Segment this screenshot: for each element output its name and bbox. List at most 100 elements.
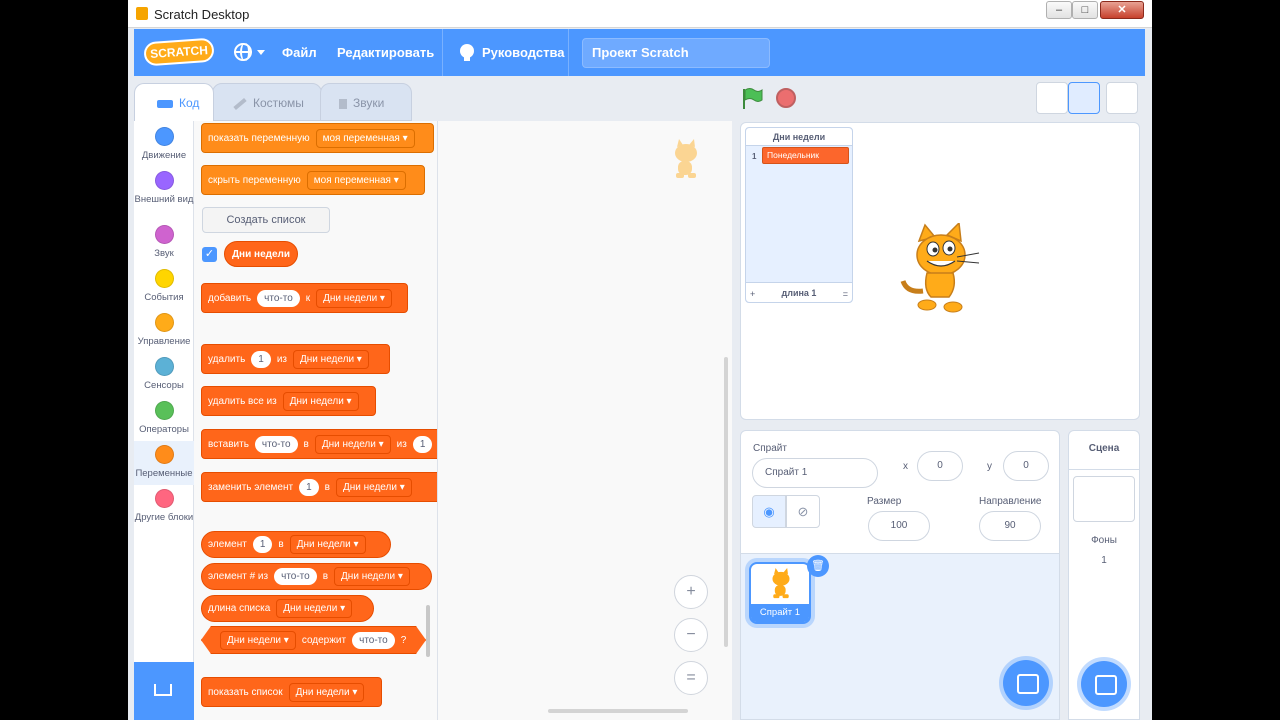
block-show-variable[interactable]: показать переменную моя переменная bbox=[201, 123, 434, 153]
choose-sprite-button[interactable] bbox=[1003, 660, 1049, 706]
category-motion[interactable]: Движение bbox=[134, 127, 194, 161]
category-sound[interactable]: Звук bbox=[134, 225, 194, 259]
category-my-blocks[interactable]: Другие блоки bbox=[134, 489, 194, 523]
scene-divider bbox=[1069, 469, 1139, 470]
list-monitor-checkbox[interactable]: ✓ bbox=[202, 247, 217, 262]
block-list-contains[interactable]: Дни неделисодержитчто-то? bbox=[201, 626, 426, 654]
category-dot-icon bbox=[154, 401, 174, 420]
speaker-icon bbox=[339, 98, 347, 109]
menu-file[interactable]: Файл bbox=[282, 29, 317, 76]
globe-icon[interactable] bbox=[234, 43, 252, 61]
category-dot-icon bbox=[154, 489, 174, 508]
fullscreen-button[interactable] bbox=[1106, 82, 1138, 114]
list-resize-handle[interactable]: = bbox=[843, 289, 848, 299]
block-item-number[interactable]: элемент # из что-то в Дни недели bbox=[201, 563, 432, 590]
green-flag-button[interactable] bbox=[740, 87, 764, 111]
block-item-of[interactable]: элемент 1 в Дни недели bbox=[201, 531, 391, 558]
x-input[interactable]: 0 bbox=[917, 451, 963, 481]
window-title: Scratch Desktop bbox=[154, 7, 250, 22]
list-monitor-length: длина 1 bbox=[746, 282, 852, 302]
category-variables[interactable]: Переменные bbox=[134, 441, 194, 485]
chevron-down-icon bbox=[257, 50, 265, 55]
add-extension-button[interactable] bbox=[134, 662, 194, 720]
workspace-horizontal-scrollbar[interactable] bbox=[548, 709, 688, 713]
backdrops-count: 1 bbox=[1101, 555, 1107, 566]
palette-scrollbar[interactable] bbox=[426, 605, 430, 657]
make-list-button[interactable]: Создать список bbox=[202, 207, 330, 233]
maximize-button[interactable]: □ bbox=[1072, 1, 1098, 19]
block-hide-variable[interactable]: скрыть переменную моя переменная bbox=[201, 165, 425, 195]
tab-code[interactable]: Код bbox=[134, 83, 214, 121]
category-operators[interactable]: Операторы bbox=[134, 401, 194, 435]
stop-button[interactable] bbox=[776, 88, 796, 108]
category-dot-icon bbox=[154, 269, 174, 288]
tab-costumes[interactable]: Костюмы bbox=[212, 83, 322, 121]
category-events[interactable]: События bbox=[134, 269, 194, 303]
stage[interactable]: Дни недели 1 Понедельник длина 1 + = bbox=[740, 122, 1140, 420]
code-workspace[interactable]: + − = bbox=[438, 121, 732, 720]
menu-divider bbox=[442, 29, 443, 76]
variable-dropdown[interactable]: моя переменная bbox=[306, 170, 406, 190]
size-label: Размер bbox=[867, 496, 902, 507]
sprite-thumbnail-label: Спрайт 1 bbox=[751, 604, 809, 622]
category-looks[interactable]: Внешний вид bbox=[134, 171, 194, 205]
variable-dropdown[interactable]: моя переменная bbox=[315, 128, 415, 148]
category-menu: Движение Внешний вид Звук События Управл… bbox=[134, 121, 194, 665]
show-sprite-button[interactable]: ◉ bbox=[752, 495, 786, 528]
block-delete-item[interactable]: удалить 1 из Дни недели bbox=[201, 344, 390, 374]
code-icon bbox=[157, 99, 173, 108]
block-replace-item[interactable]: заменить элемент 1 в Дни недели bbox=[201, 472, 437, 502]
block-show-list[interactable]: показать список Дни недели bbox=[201, 677, 382, 707]
small-stage-button[interactable] bbox=[1036, 82, 1068, 114]
extension-icon bbox=[154, 684, 172, 696]
size-input[interactable]: 100 bbox=[868, 511, 930, 541]
category-dot-icon bbox=[154, 225, 174, 244]
scene-panel[interactable]: Сцена Фоны 1 bbox=[1068, 430, 1140, 720]
y-input[interactable]: 0 bbox=[1003, 451, 1049, 481]
list-item-index: 1 bbox=[752, 152, 757, 161]
sprite-thumbnail[interactable]: Спрайт 1 bbox=[749, 562, 811, 624]
category-control[interactable]: Управление bbox=[134, 313, 194, 347]
backdrop-thumbnail[interactable] bbox=[1073, 476, 1135, 522]
minimize-button[interactable]: – bbox=[1046, 1, 1072, 19]
app-icon bbox=[136, 7, 148, 20]
zoom-out-button[interactable]: − bbox=[674, 618, 708, 652]
list-add-button[interactable]: + bbox=[750, 289, 755, 299]
workspace-vertical-scrollbar[interactable] bbox=[724, 357, 728, 647]
zoom-reset-button[interactable]: = bbox=[674, 661, 708, 695]
sprite-list: Спрайт 1 🗑 bbox=[740, 554, 1060, 720]
close-button[interactable]: ✕ bbox=[1100, 1, 1144, 19]
hide-sprite-button[interactable]: ⊘ bbox=[786, 495, 820, 528]
block-add-to-list[interactable]: добавить что-то к Дни недели bbox=[201, 283, 408, 313]
x-label: x bbox=[903, 461, 908, 472]
cat-sprite[interactable] bbox=[897, 223, 983, 319]
zoom-in-button[interactable]: + bbox=[674, 575, 708, 609]
choose-backdrop-button[interactable] bbox=[1081, 661, 1127, 707]
category-dot-icon bbox=[154, 171, 174, 190]
block-delete-all[interactable]: удалить все из Дни недели bbox=[201, 386, 376, 416]
menu-edit[interactable]: Редактировать bbox=[337, 29, 434, 76]
scratch-logo[interactable]: SCRATCH bbox=[143, 37, 215, 67]
menu-tutorials[interactable]: Руководства bbox=[482, 29, 565, 76]
sprite-info-panel: Спрайт Спрайт 1 x 0 y 0 ◉ ⊘ Размер 100 Н… bbox=[740, 430, 1060, 554]
block-list-reporter[interactable]: Дни недели bbox=[224, 241, 298, 267]
block-insert-at[interactable]: вставитьчто-товДни неделииз1 bbox=[201, 429, 437, 459]
category-dot-icon bbox=[154, 127, 174, 146]
category-dot-icon bbox=[154, 357, 174, 376]
block-list-length[interactable]: длина списка Дни недели bbox=[201, 595, 374, 622]
normal-stage-button[interactable] bbox=[1068, 82, 1100, 114]
menu-bar: SCRATCH Файл Редактировать Руководства П… bbox=[134, 29, 1145, 76]
title-bar: Scratch Desktop – □ ✕ bbox=[128, 0, 1152, 28]
list-monitor: Дни недели 1 Понедельник длина 1 + = bbox=[745, 127, 853, 303]
block-palette: показать переменнуюмоя переменная скрыть… bbox=[194, 121, 438, 720]
app-window: Scratch Desktop – □ ✕ SCRATCH Файл Редак… bbox=[128, 0, 1152, 720]
delete-sprite-icon[interactable]: 🗑 bbox=[807, 555, 829, 577]
list-item-value[interactable]: Понедельник bbox=[762, 147, 849, 164]
tab-sounds[interactable]: Звуки bbox=[320, 83, 412, 121]
category-dot-icon bbox=[154, 313, 174, 332]
direction-label: Направление bbox=[979, 496, 1042, 507]
category-sensing[interactable]: Сенсоры bbox=[134, 357, 194, 391]
sprite-name-input[interactable]: Спрайт 1 bbox=[752, 458, 878, 488]
project-title-input[interactable]: Проект Scratch bbox=[582, 38, 770, 68]
direction-input[interactable]: 90 bbox=[979, 511, 1041, 541]
